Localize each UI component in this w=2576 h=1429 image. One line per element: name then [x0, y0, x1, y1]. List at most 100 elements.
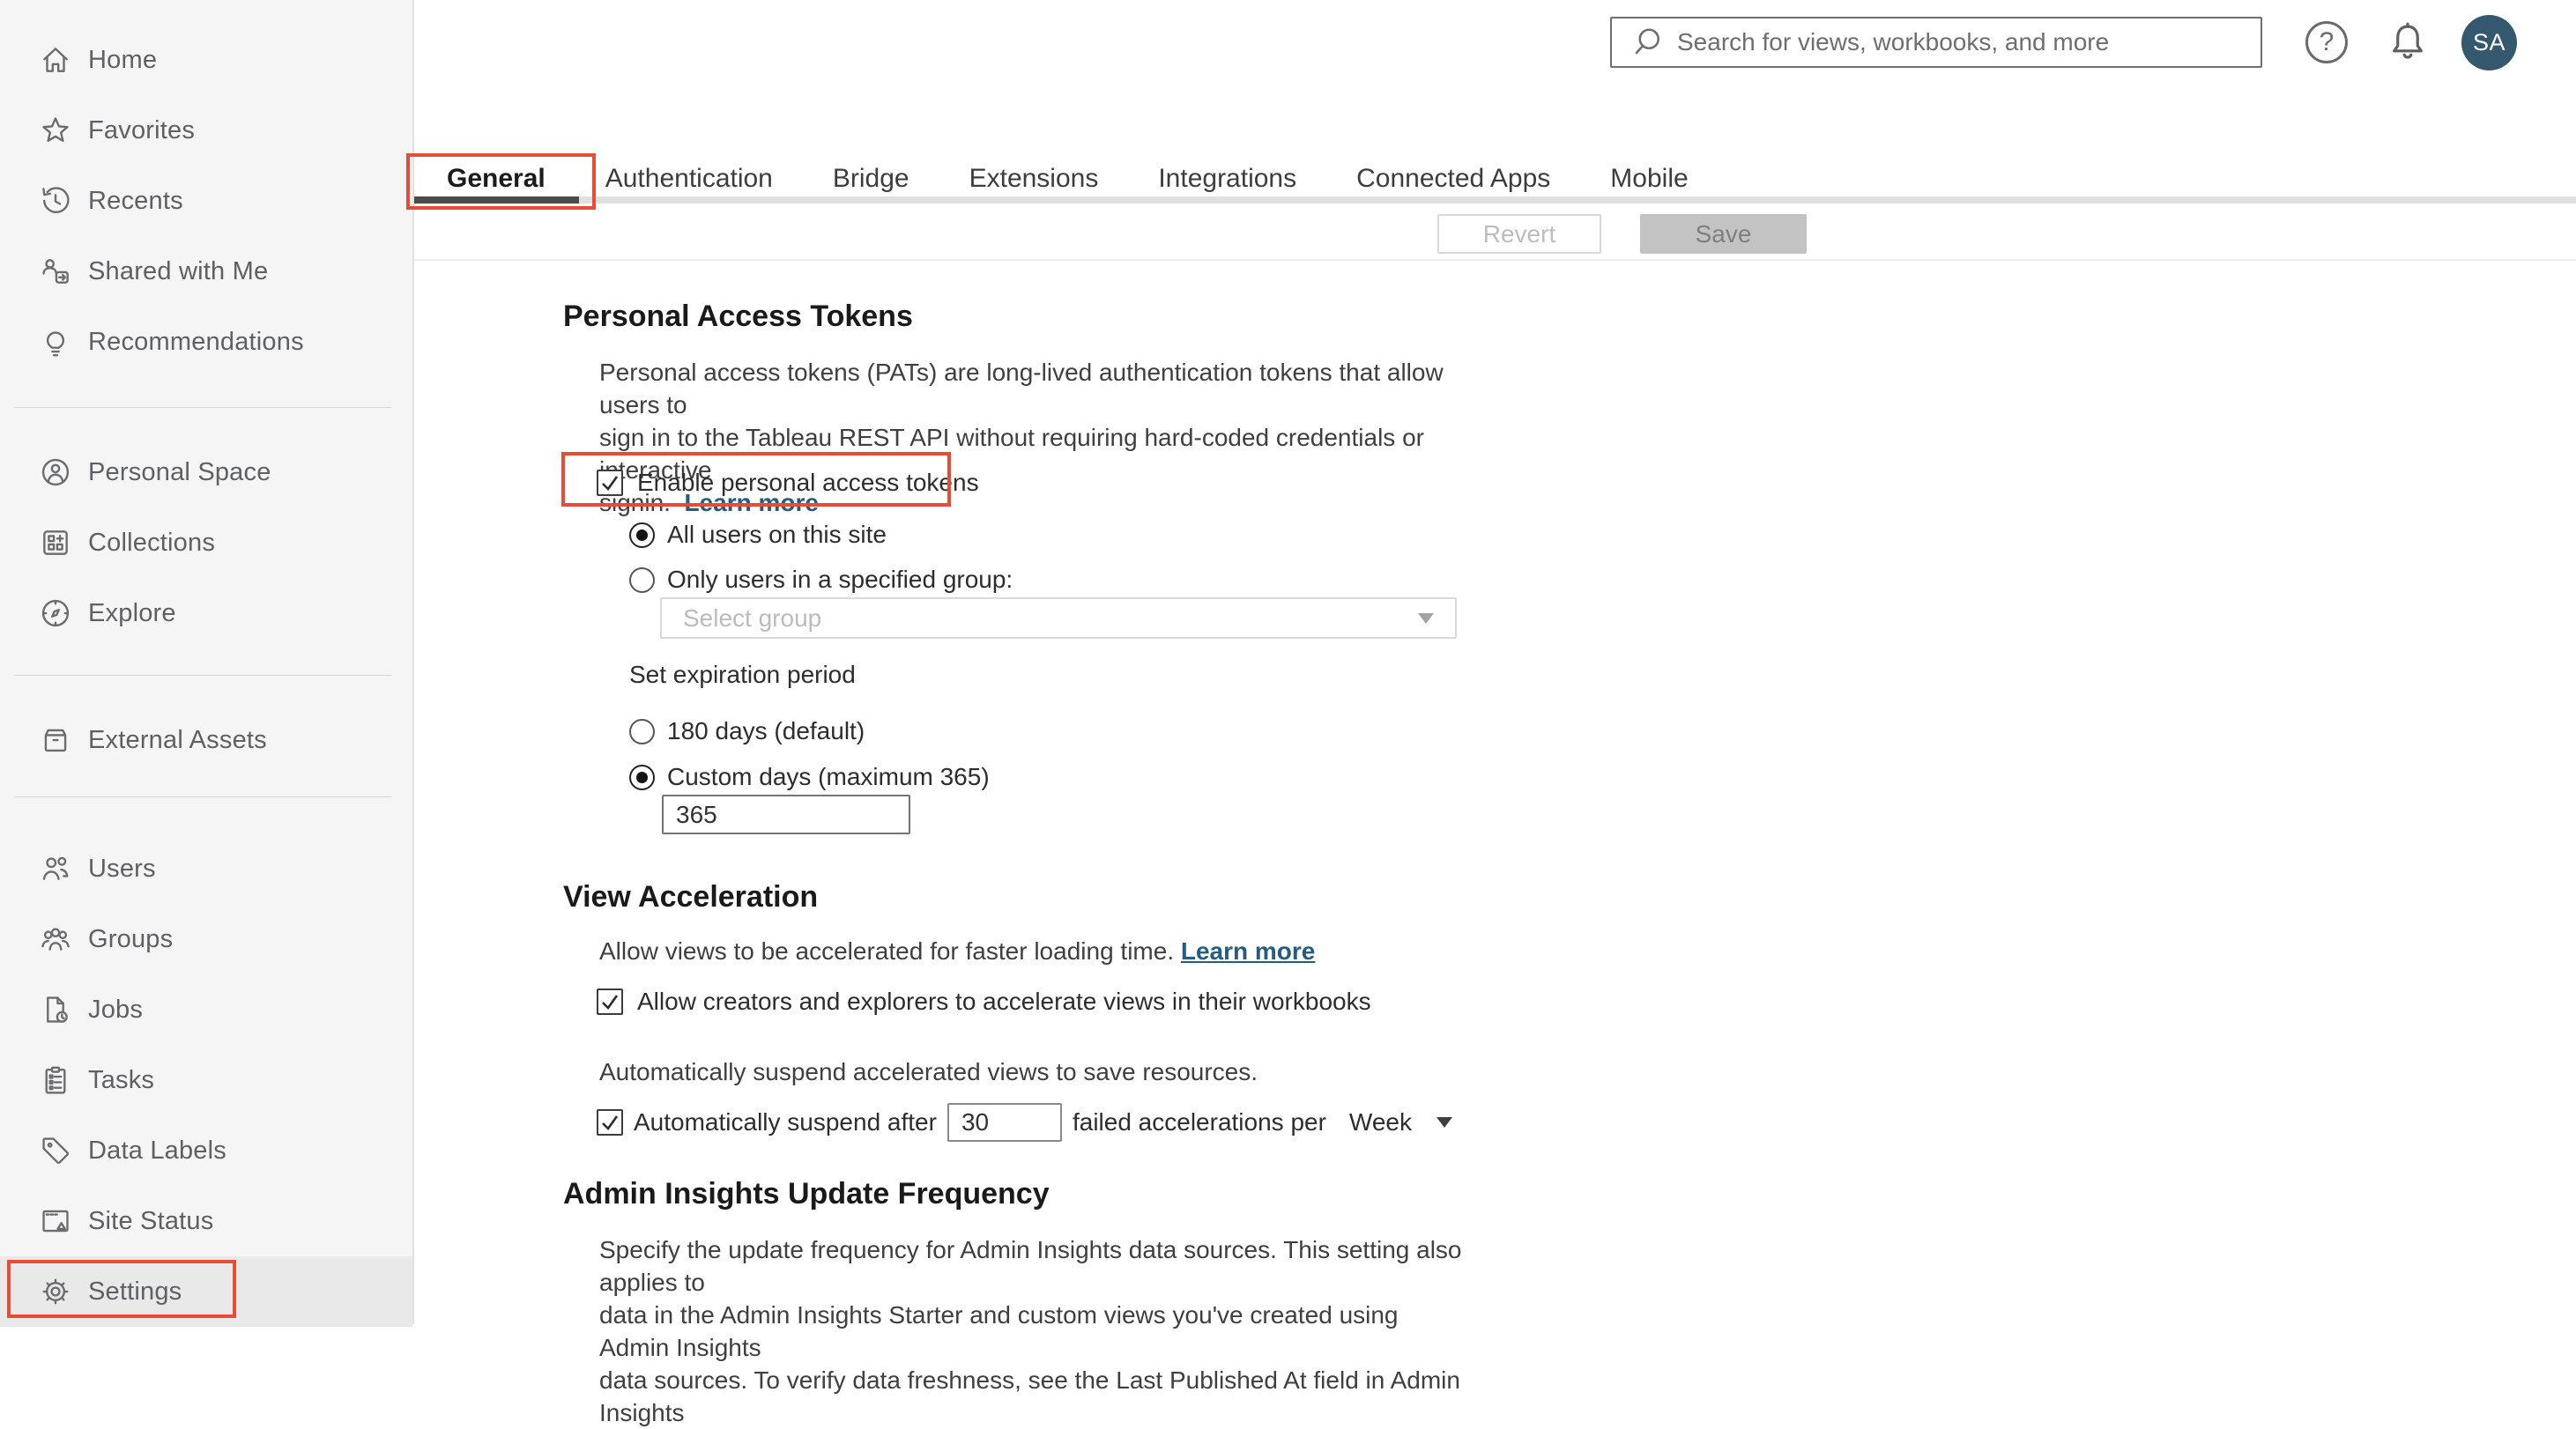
custom-days-input[interactable]: [662, 795, 910, 834]
sidebar-item-label: Favorites: [88, 115, 196, 144]
enable-pat-checkbox[interactable]: [597, 470, 623, 496]
sidebar-item-data-labels[interactable]: Data Labels: [0, 1115, 412, 1186]
section-title: View Acceleration: [563, 880, 819, 914]
groups-icon: [39, 922, 72, 956]
group-select-placeholder: Select group: [683, 603, 822, 632]
allow-accelerate-row: Allow creators and explorers to accelera…: [597, 984, 1371, 1019]
period-dropdown-value[interactable]: Week: [1349, 1108, 1412, 1137]
sidebar-item-label: Site Status: [88, 1206, 214, 1235]
sidebar-item-label: Recommendations: [88, 327, 304, 356]
search-box[interactable]: [1610, 17, 2262, 68]
sidebar-divider: [14, 675, 391, 676]
allow-accelerate-checkbox[interactable]: [597, 988, 623, 1015]
tab-mobile[interactable]: Mobile: [1610, 164, 1688, 194]
toolbar-divider: [414, 259, 2576, 261]
sidebar: Home Favorites Recents Shared with Me Re…: [0, 0, 414, 1327]
tab-bridge[interactable]: Bridge: [833, 164, 909, 194]
home-icon: [39, 43, 72, 77]
suspend-description: Automatically suspend accelerated views …: [599, 1058, 1258, 1085]
help-icon[interactable]: ?: [2305, 21, 2348, 63]
specified-group-label: Only users in a specified group:: [667, 566, 1013, 593]
ai-desc-line1: Specify the update frequency for Admin I…: [599, 1236, 1462, 1296]
settings-icon: [39, 1275, 72, 1308]
revert-button[interactable]: Revert: [1437, 214, 1601, 254]
auto-suspend-suffix-label: failed accelerations per: [1072, 1107, 1326, 1136]
admin-insights-description: Specify the update frequency for Admin I…: [599, 1233, 1472, 1429]
sidebar-item-users[interactable]: Users: [0, 833, 412, 904]
section-title: Personal Access Tokens: [563, 300, 913, 333]
sidebar-item-recommendations[interactable]: Recommendations: [0, 307, 412, 377]
sidebar-item-label: Shared with Me: [88, 256, 269, 285]
radio-row-all-users: All users on this site: [629, 519, 887, 551]
sidebar-item-home[interactable]: Home: [0, 25, 412, 95]
explore-icon: [39, 596, 72, 630]
dropdown-caret-icon: [1418, 612, 1434, 624]
sidebar-item-label: Collections: [88, 528, 216, 557]
avatar[interactable]: SA: [2461, 15, 2517, 70]
specified-group-radio[interactable]: [629, 566, 655, 593]
sidebar-item-personal-space[interactable]: Personal Space: [0, 437, 412, 507]
auto-suspend-prefix-label: Automatically suspend after: [634, 1107, 937, 1136]
sidebar-item-external-assets[interactable]: External Assets: [0, 705, 412, 775]
sidebar-item-jobs[interactable]: Jobs: [0, 974, 412, 1045]
custom-days-radio[interactable]: [629, 764, 655, 790]
sidebar-divider: [14, 407, 391, 408]
collections-icon: [39, 526, 72, 559]
sidebar-item-shared-with-me[interactable]: Shared with Me: [0, 236, 412, 307]
search-input[interactable]: [1675, 27, 2243, 57]
tab-integrations[interactable]: Integrations: [1158, 164, 1296, 194]
auto-suspend-row: Automatically suspend after failed accel…: [597, 1102, 1452, 1142]
section-personal-access-tokens: Personal Access Tokens Personal access t…: [563, 300, 1577, 881]
settings-tabbar: General Authentication Bridge Extensions…: [414, 164, 2576, 194]
tab-authentication[interactable]: Authentication: [605, 164, 773, 194]
sidebar-item-label: Groups: [88, 924, 174, 953]
sidebar-item-label: Explore: [88, 598, 176, 627]
sidebar-item-label: Tasks: [88, 1065, 155, 1094]
days-180-label: 180 days (default): [667, 717, 865, 744]
section-title: Admin Insights Update Frequency: [563, 1177, 1050, 1211]
radio-row-custom-days: Custom days (maximum 365): [629, 761, 990, 793]
ai-desc-line2: data in the Admin Insights Starter and c…: [599, 1301, 1399, 1361]
notifications-icon[interactable]: [2384, 18, 2431, 65]
shared-icon: [39, 255, 72, 288]
sidebar-item-settings[interactable]: Settings: [0, 1256, 412, 1327]
sidebar-item-favorites[interactable]: Favorites: [0, 95, 412, 166]
site-status-icon: [39, 1204, 72, 1238]
sidebar-item-tasks[interactable]: Tasks: [0, 1045, 412, 1115]
external-assets-icon: [39, 723, 72, 757]
active-tab-indicator: [414, 196, 579, 204]
tab-extensions[interactable]: Extensions: [969, 164, 1099, 194]
radio-row-180-days: 180 days (default): [629, 715, 865, 747]
all-users-label: All users on this site: [667, 521, 887, 548]
custom-days-label: Custom days (maximum 365): [667, 763, 990, 790]
va-learn-more-link[interactable]: Learn more: [1181, 937, 1316, 965]
group-select-dropdown[interactable]: Select group: [660, 597, 1457, 639]
sidebar-item-label: Personal Space: [88, 457, 271, 486]
auto-suspend-checkbox[interactable]: [597, 1108, 623, 1136]
save-button[interactable]: Save: [1640, 214, 1807, 254]
sidebar-item-recents[interactable]: Recents: [0, 166, 412, 236]
sidebar-item-label: External Assets: [88, 725, 267, 754]
sidebar-item-groups[interactable]: Groups: [0, 904, 412, 974]
suspend-count-input[interactable]: [947, 1102, 1062, 1142]
tabstrip: [414, 196, 2576, 204]
search-icon: [1635, 28, 1660, 55]
all-users-radio[interactable]: [629, 522, 655, 548]
va-desc-text: Allow views to be accelerated for faster…: [599, 937, 1175, 965]
sidebar-item-site-status[interactable]: Site Status: [0, 1186, 412, 1256]
sidebar-item-explore[interactable]: Explore: [0, 578, 412, 648]
sidebar-item-label: Settings: [88, 1277, 182, 1306]
sidebar-item-label: Jobs: [88, 995, 144, 1024]
section-admin-insights: Admin Insights Update Frequency Specify …: [563, 1177, 1488, 1426]
personal-space-icon: [39, 455, 72, 489]
recommendations-icon: [39, 325, 72, 359]
tab-connected-apps[interactable]: Connected Apps: [1356, 164, 1550, 194]
tab-general[interactable]: General: [447, 164, 546, 194]
section-view-acceleration: View Acceleration Allow views to be acce…: [563, 880, 1797, 1180]
enable-pat-row: Enable personal access tokens: [597, 465, 979, 500]
sidebar-item-collections[interactable]: Collections: [0, 507, 412, 578]
days-180-radio[interactable]: [629, 718, 655, 744]
va-description: Allow views to be accelerated for faster…: [599, 935, 1315, 967]
dropdown-caret-icon[interactable]: [1436, 1116, 1452, 1128]
users-icon: [39, 852, 72, 885]
